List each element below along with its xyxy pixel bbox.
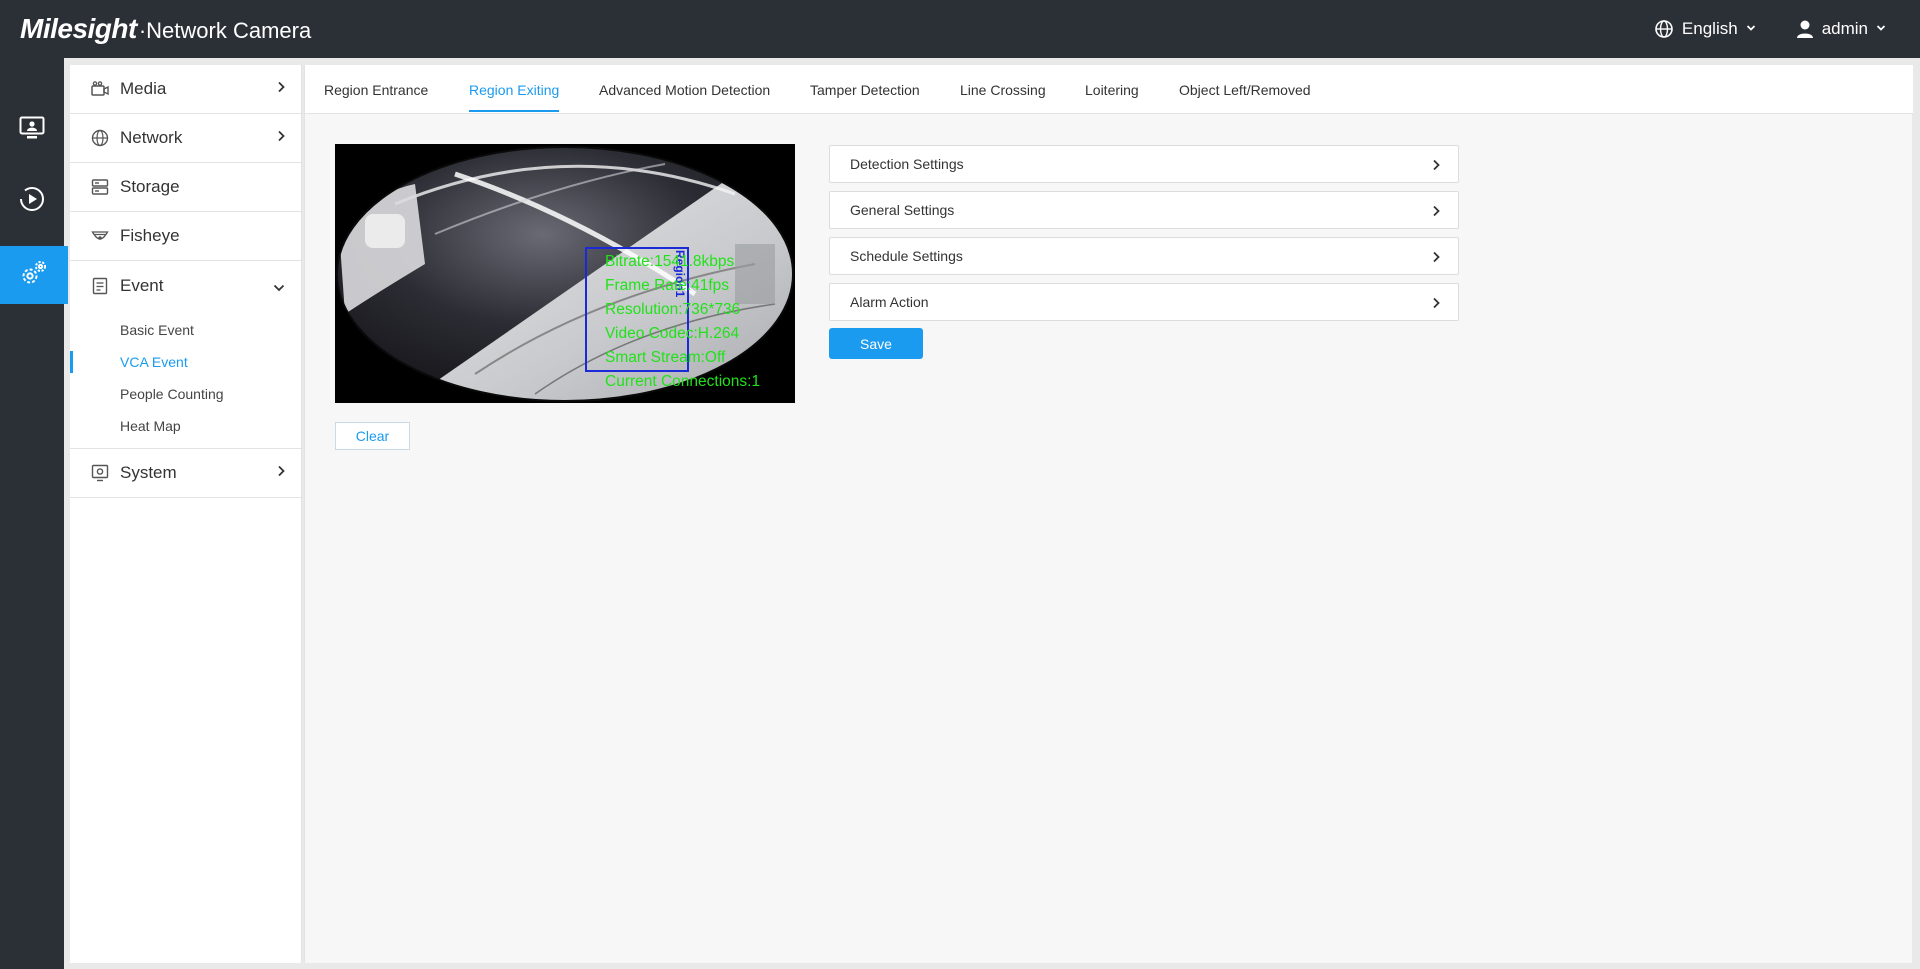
osd-current-connections: Current Connections:1 (605, 373, 761, 390)
vca-tabs: Region Entrance Region Exiting Advanced … (305, 65, 1913, 114)
chevron-right-icon (277, 129, 285, 147)
menu-item-fisheye[interactable]: Fisheye (70, 212, 301, 261)
menu-item-label: Storage (120, 177, 180, 196)
submenu-item-vca-event[interactable]: VCA Event (70, 346, 301, 378)
brand-dot: · (138, 18, 147, 43)
tab-region-entrance[interactable]: Region Entrance (324, 65, 428, 114)
chevron-down-icon (273, 279, 285, 297)
section-label: Schedule Settings (850, 248, 963, 264)
user-menu[interactable]: admin (1796, 19, 1886, 39)
osd-overlay: Bitrate:1541.8kbps Frame Rate:41fps Reso… (605, 250, 760, 394)
menu-item-network[interactable]: Network (70, 114, 301, 163)
save-button[interactable]: Save (829, 328, 923, 359)
alarm-action-section[interactable]: Alarm Action (829, 283, 1459, 321)
tab-object-left-removed[interactable]: Object Left/Removed (1179, 65, 1311, 114)
clear-button[interactable]: Clear (335, 422, 410, 450)
chevron-right-icon (1432, 204, 1440, 222)
menu-item-system[interactable]: System (70, 449, 301, 498)
product-name: Network Camera (146, 18, 312, 43)
schedule-settings-section[interactable]: Schedule Settings (829, 237, 1459, 275)
settings-icon (19, 258, 49, 293)
system-icon (90, 463, 110, 483)
tab-region-exiting[interactable]: Region Exiting (469, 65, 560, 114)
submenu-item-basic-event[interactable]: Basic Event (70, 314, 301, 346)
user-icon (1796, 19, 1814, 39)
menu-item-label: Network (120, 128, 183, 147)
top-bar: Milesight · Network Camera English admin (0, 0, 1920, 58)
menu-item-media[interactable]: Media (70, 65, 301, 114)
menu-item-storage[interactable]: Storage (70, 163, 301, 212)
menu-item-label: System (120, 463, 177, 482)
osd-bitrate: Bitrate:1541.8kbps (605, 253, 735, 270)
submenu-item-people-counting[interactable]: People Counting (70, 378, 301, 410)
menu-item-label: Fisheye (120, 226, 180, 245)
menu-item-event[interactable]: Event (70, 261, 301, 310)
submenu-item-heat-map[interactable]: Heat Map (70, 410, 301, 442)
fisheye-camera-icon (90, 226, 110, 246)
general-settings-section[interactable]: General Settings (829, 191, 1459, 229)
osd-frame-rate: Frame Rate:41fps (605, 277, 730, 294)
brand: Milesight · Network Camera (20, 8, 311, 50)
live-view-icon (19, 116, 45, 145)
menu-item-label: Event (120, 275, 164, 295)
side-rail (0, 58, 68, 969)
event-submenu: Basic Event VCA Event People Counting He… (70, 310, 301, 449)
chevron-right-icon (277, 80, 285, 98)
settings-menu: Media Network Storage Fisheye Event Basi… (70, 65, 302, 963)
rail-live-view[interactable] (0, 101, 64, 159)
osd-video-codec: Video Codec:H.264 (605, 325, 740, 342)
live-preview[interactable]: Region1 Bitrate:1541.8kbps Frame Rate:41… (335, 144, 795, 403)
menu-item-label: Media (120, 79, 167, 98)
section-label: General Settings (850, 202, 955, 218)
section-label: Alarm Action (850, 294, 929, 310)
tab-line-crossing[interactable]: Line Crossing (960, 65, 1046, 114)
main-content: Region Entrance Region Exiting Advanced … (304, 65, 1913, 963)
osd-smart-stream: Smart Stream:Off (605, 349, 726, 366)
tab-advanced-motion-detection[interactable]: Advanced Motion Detection (599, 65, 770, 114)
section-label: Detection Settings (850, 156, 964, 172)
rail-playback[interactable] (0, 172, 64, 230)
chevron-down-icon (1746, 24, 1756, 32)
brand-logo: Milesight (20, 13, 137, 44)
language-selector[interactable]: English (1654, 19, 1756, 39)
media-icon (90, 79, 110, 99)
username-label: admin (1821, 19, 1868, 38)
chevron-down-icon (1876, 24, 1886, 32)
rail-settings[interactable] (0, 246, 68, 304)
event-icon (90, 276, 110, 296)
storage-icon (90, 177, 110, 197)
language-label: English (1681, 19, 1738, 38)
tab-tamper-detection[interactable]: Tamper Detection (810, 65, 920, 114)
globe-icon (1654, 19, 1674, 39)
chevron-right-icon (1432, 158, 1440, 176)
detection-settings-section[interactable]: Detection Settings (829, 145, 1459, 183)
tab-loitering[interactable]: Loitering (1085, 65, 1139, 114)
network-icon (90, 128, 110, 148)
chevron-right-icon (1432, 296, 1440, 314)
playback-icon (19, 186, 45, 217)
osd-resolution: Resolution:736*736 (605, 301, 741, 318)
chevron-right-icon (277, 464, 285, 482)
chevron-right-icon (1432, 250, 1440, 268)
